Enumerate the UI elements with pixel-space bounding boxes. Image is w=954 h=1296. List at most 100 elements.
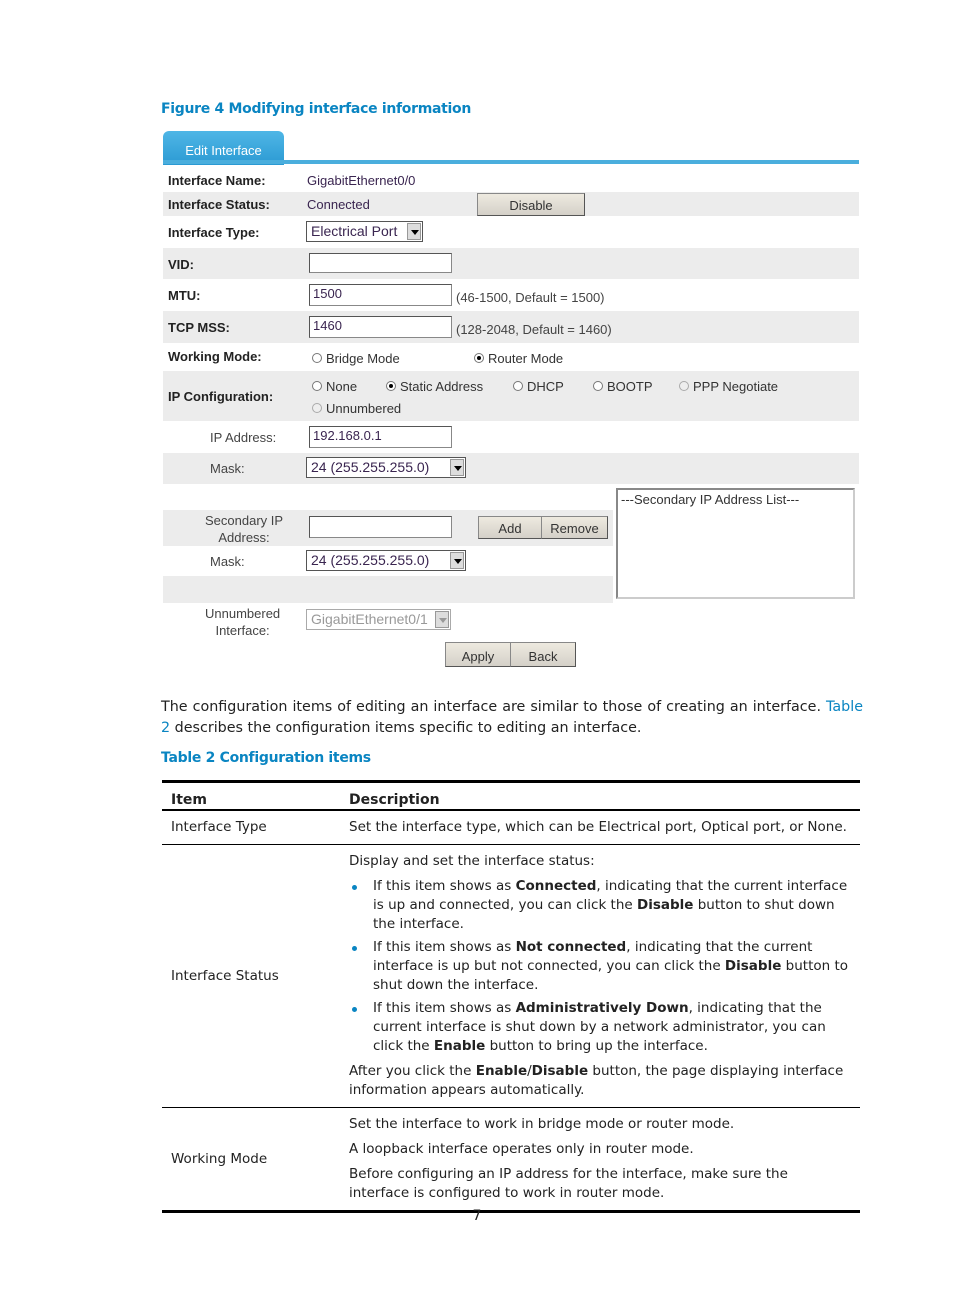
secondary-ip-list[interactable]: ---Secondary IP Address List--- — [616, 488, 855, 599]
remove-button[interactable]: Remove — [541, 516, 608, 539]
row-secondary-ip: Secondary IP Address: Add Remove — [163, 510, 613, 546]
row-mask: Mask: 24 (255.255.255.0) — [163, 453, 859, 484]
vid-label: VID: — [168, 257, 194, 272]
interface-name-value: GigabitEthernet0/0 — [307, 173, 416, 188]
radio-button-icon[interactable] — [312, 381, 322, 391]
bullet-list: If this item shows as Connected, indicat… — [349, 877, 851, 1056]
description-line: Before configuring an IP address for the… — [349, 1166, 788, 1201]
chevron-down-icon[interactable] — [450, 459, 464, 476]
mask-select[interactable]: 24 (255.255.255.0) — [306, 457, 466, 478]
apply-button[interactable]: Apply — [445, 642, 511, 667]
body-paragraph: The configuration items of editing an in… — [161, 697, 863, 739]
interface-type-label: Interface Type: — [168, 225, 260, 240]
add-button[interactable]: Add — [478, 516, 542, 539]
secondary-ip-label-line2: Address: — [218, 530, 270, 545]
radio-ip-static[interactable]: Static Address — [386, 379, 483, 394]
row-secondary-mask: Mask: 24 (255.255.255.0) — [163, 546, 613, 576]
interface-type-select[interactable]: Electrical Port — [306, 221, 423, 242]
bullet-item: If this item shows as Connected, indicat… — [352, 877, 851, 934]
radio-ip-dhcp[interactable]: DHCP — [513, 379, 564, 394]
row-working-mode: Working Mode: Bridge Mode Router Mode — [163, 343, 859, 371]
item-cell: Working Mode — [162, 1107, 340, 1213]
radio-label: DHCP — [527, 379, 564, 394]
tcp-mss-hint: (128-2048, Default = 1460) — [456, 322, 612, 337]
bullet-item: If this item shows as Not connected, ind… — [352, 938, 851, 995]
radio-label: None — [326, 379, 358, 394]
page-number: 7 — [472, 1208, 482, 1224]
radio-ip-none[interactable]: None — [312, 379, 357, 394]
row-ip-configuration: IP Configuration: None Static Address DH… — [163, 371, 859, 421]
tcp-mss-label: TCP MSS: — [168, 320, 230, 335]
radio-button-icon[interactable] — [312, 353, 322, 363]
radio-ip-unnumbered[interactable]: Unnumbered — [312, 401, 401, 416]
ip-address-input[interactable]: 192.168.0.1 — [309, 426, 452, 448]
vid-input[interactable] — [309, 253, 452, 273]
item-cell: Interface Type — [162, 810, 340, 845]
radio-label: BOOTP — [607, 379, 653, 394]
working-mode-label: Working Mode: — [168, 349, 262, 364]
secondary-ip-input[interactable] — [309, 516, 452, 538]
radio-ip-bootp[interactable]: BOOTP — [593, 379, 653, 394]
secondary-ip-list-header: ---Secondary IP Address List--- — [621, 492, 800, 507]
chevron-down-icon[interactable] — [435, 611, 449, 628]
interface-status-label: Interface Status: — [168, 197, 270, 212]
chevron-down-icon[interactable] — [407, 223, 421, 240]
description-cell: Set the interface to work in bridge mode… — [340, 1107, 860, 1213]
radio-button-selected-icon[interactable] — [386, 381, 396, 391]
ip-address-label: IP Address: — [210, 430, 277, 445]
secondary-mask-select[interactable]: 24 (255.255.255.0) — [306, 550, 466, 571]
ip-config-label: IP Configuration: — [168, 389, 274, 404]
radio-button-icon[interactable] — [593, 381, 603, 391]
table-row: Working Mode Set the interface to work i… — [162, 1107, 860, 1213]
chevron-down-icon[interactable] — [450, 552, 464, 569]
interface-status-value: Connected — [307, 197, 370, 212]
column-header-description: Description — [340, 780, 860, 811]
mask-selected: 24 (255.255.255.0) — [311, 459, 430, 475]
row-vid: VID: — [163, 248, 859, 279]
mtu-label: MTU: — [168, 288, 201, 303]
radio-button-icon[interactable] — [679, 381, 689, 391]
secondary-mask-label: Mask: — [210, 554, 245, 569]
radio-bridge-mode[interactable]: Bridge Mode — [312, 351, 400, 366]
unnumbered-label-line1: Unnumbered — [205, 606, 281, 621]
description-intro: Display and set the interface status: — [349, 853, 595, 869]
radio-label: Router Mode — [488, 351, 564, 366]
disable-button[interactable]: Disable — [477, 193, 585, 216]
unnumbered-interface-label: Unnumbered Interface: — [205, 605, 280, 639]
column-header-item: Item — [162, 780, 340, 811]
secondary-ip-label: Secondary IP Address: — [205, 512, 283, 546]
row-mtu: MTU: 1500 (46-1500, Default = 1500) — [163, 279, 859, 311]
description-cell: Set the interface type, which can be Ele… — [340, 810, 860, 845]
back-button[interactable]: Back — [510, 642, 576, 667]
unnumbered-interface-select[interactable]: GigabitEthernet0/1 — [306, 609, 451, 630]
interface-name-label: Interface Name: — [168, 173, 266, 188]
row-unnumbered-interface: Unnumbered Interface: GigabitEthernet0/1 — [163, 603, 859, 639]
description-after: After you click the Enable/Disable butto… — [349, 1063, 844, 1098]
unnumbered-interface-selected: GigabitEthernet0/1 — [311, 611, 428, 627]
row-interface-name: Interface Name: GigabitEthernet0/0 — [163, 168, 859, 192]
radio-label: Static Address — [400, 379, 484, 394]
radio-ip-ppp-negotiate[interactable]: PPP Negotiate — [679, 379, 778, 394]
mtu-input[interactable]: 1500 — [309, 284, 452, 306]
radio-button-selected-icon[interactable] — [474, 353, 484, 363]
radio-button-icon[interactable] — [513, 381, 523, 391]
radio-router-mode[interactable]: Router Mode — [474, 351, 563, 366]
secondary-mask-selected: 24 (255.255.255.0) — [311, 552, 430, 568]
description-cell: Display and set the interface status: If… — [340, 844, 860, 1108]
tcp-mss-input[interactable]: 1460 — [309, 316, 452, 338]
row-tcp-mss: TCP MSS: 1460 (128-2048, Default = 1460) — [163, 311, 859, 343]
configuration-items-table: Item Description Interface Type Set the … — [162, 780, 860, 1213]
mask-label: Mask: — [210, 461, 245, 476]
paragraph-text: The configuration items of editing an in… — [161, 699, 827, 715]
tab-underline — [163, 160, 859, 164]
row-empty — [163, 576, 613, 603]
row-ip-address: IP Address: 192.168.0.1 — [163, 421, 859, 453]
interface-type-selected: Electrical Port — [311, 223, 398, 239]
row-interface-type: Interface Type: Electrical Port — [163, 216, 859, 248]
bullet-item: If this item shows as Administratively D… — [352, 999, 851, 1056]
unnumbered-label-line2: Interface: — [215, 623, 270, 638]
radio-label: PPP Negotiate — [693, 379, 779, 394]
radio-label: Bridge Mode — [326, 351, 400, 366]
radio-button-icon[interactable] — [312, 403, 322, 413]
item-cell: Interface Status — [162, 844, 340, 1108]
